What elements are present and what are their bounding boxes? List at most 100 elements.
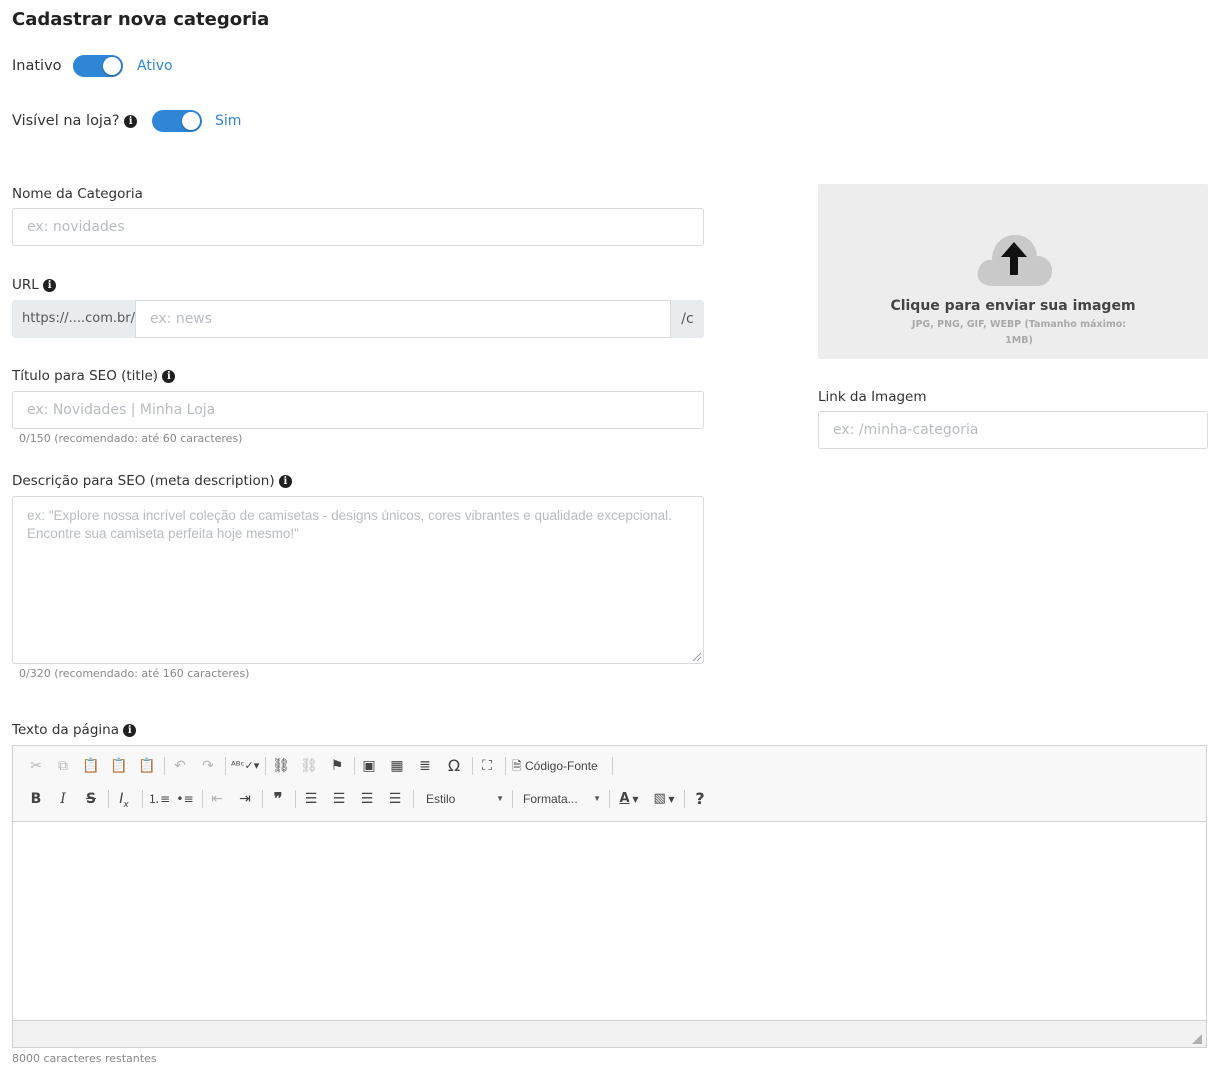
copy-icon[interactable]: ⧉ bbox=[54, 756, 72, 776]
url-input[interactable]: ex: news bbox=[135, 300, 671, 338]
upload-hint-1: JPG, PNG, GIF, WEBP (Tamanho máximo: bbox=[911, 319, 1127, 330]
help-icon[interactable]: ? bbox=[691, 789, 709, 809]
page-text-label-text: Texto da página bbox=[12, 722, 119, 738]
italic-icon[interactable]: I bbox=[54, 789, 72, 809]
seo-title-counter: 0/150 (recomendado: até 60 caracteres) bbox=[19, 432, 243, 445]
source-button[interactable]: 🗎 Código-Fonte bbox=[512, 756, 608, 776]
info-icon[interactable]: i bbox=[43, 278, 57, 292]
editor-content-area[interactable] bbox=[13, 821, 1206, 1021]
seo-title-input[interactable]: ex: Novidades | Minha Loja bbox=[12, 391, 704, 429]
url-suffix: /c bbox=[671, 300, 704, 338]
numbered-list-icon[interactable]: ⒈≡ bbox=[148, 789, 170, 809]
redo-icon[interactable]: ↷ bbox=[199, 756, 217, 776]
info-icon[interactable]: i bbox=[162, 369, 176, 383]
toggle-knob bbox=[182, 112, 200, 130]
visible-on-label: Sim bbox=[215, 113, 242, 129]
toolbar-separator bbox=[142, 790, 143, 808]
table-icon[interactable]: ▦ bbox=[388, 756, 406, 776]
anchor-flag-icon[interactable]: ⚑ bbox=[328, 756, 346, 776]
toolbar-separator bbox=[609, 790, 610, 808]
category-name-input[interactable]: ex: novidades bbox=[12, 208, 704, 246]
bold-icon[interactable]: B bbox=[27, 789, 45, 809]
seo-title-label: Título para SEO (title) i bbox=[12, 368, 176, 384]
indent-icon[interactable]: ⇥ bbox=[236, 789, 254, 809]
editor-toolbar: ✂ ⧉ 📋 📋 📋 ↶ ↷ ᴬᴮᶜ✓▾ ⛓ ⛓ ⚑ ▣ ▦ ≣ Ω ⛶ 🗎 Có… bbox=[13, 746, 1206, 822]
toolbar-separator bbox=[108, 790, 109, 808]
remaining-chars: 8000 caracteres restantes bbox=[12, 1052, 157, 1065]
editor-statusbar bbox=[13, 1020, 1206, 1047]
toolbar-separator bbox=[225, 757, 226, 775]
toolbar-separator bbox=[612, 757, 613, 775]
text-color-icon[interactable]: A ▼ bbox=[616, 789, 642, 809]
unlink-icon[interactable]: ⛓ bbox=[300, 756, 318, 776]
upload-title: Clique para enviar sua imagem bbox=[890, 298, 1136, 314]
paste-icon[interactable]: 📋 bbox=[82, 756, 100, 776]
status-off-label: Inativo bbox=[12, 58, 62, 74]
seo-desc-counter: 0/320 (recomendado: até 160 caracteres) bbox=[19, 667, 250, 680]
chevron-down-icon: ▼ bbox=[496, 794, 504, 803]
page-title: Cadastrar nova categoria bbox=[12, 9, 270, 30]
maximize-icon[interactable]: ⛶ bbox=[478, 756, 496, 776]
justify-icon[interactable]: ☰ bbox=[386, 789, 404, 809]
link-icon[interactable]: ⛓ bbox=[272, 756, 290, 776]
format-dropdown[interactable]: Formata... ▼ bbox=[523, 789, 601, 809]
info-icon[interactable]: i bbox=[278, 474, 292, 488]
seo-description-textarea[interactable]: ex: "Explore nossa incrível coleção de c… bbox=[12, 496, 704, 664]
bulleted-list-icon[interactable]: •≡ bbox=[176, 789, 194, 809]
url-label: URL i bbox=[12, 277, 57, 293]
outdent-icon[interactable]: ⇤ bbox=[208, 789, 226, 809]
toolbar-separator bbox=[164, 757, 165, 775]
style-dropdown-value: Estilo bbox=[426, 792, 456, 806]
blockquote-icon[interactable]: ❞ bbox=[269, 789, 287, 809]
align-center-icon[interactable]: ☰ bbox=[330, 789, 348, 809]
seo-desc-label: Descrição para SEO (meta description) i bbox=[12, 473, 292, 489]
horizontal-line-icon[interactable]: ≣ bbox=[416, 756, 434, 776]
toolbar-separator bbox=[512, 790, 513, 808]
visible-toggle[interactable] bbox=[152, 110, 202, 132]
toolbar-separator bbox=[413, 790, 414, 808]
status-toggle[interactable] bbox=[73, 55, 123, 77]
page-text-label: Texto da página i bbox=[12, 722, 137, 738]
url-prefix: https://....com.br/ bbox=[12, 300, 135, 338]
strikethrough-icon[interactable]: S bbox=[82, 789, 100, 809]
source-icon: 🗎 bbox=[512, 759, 522, 773]
format-dropdown-value: Formata... bbox=[523, 792, 578, 806]
info-icon[interactable]: i bbox=[123, 723, 137, 737]
chevron-down-icon: ▼ bbox=[593, 794, 601, 803]
visible-label: Visível na loja? i bbox=[12, 113, 138, 129]
seo-title-label-text: Título para SEO (title) bbox=[12, 368, 159, 384]
toolbar-separator bbox=[354, 757, 355, 775]
toolbar-separator bbox=[684, 790, 685, 808]
image-icon[interactable]: ▣ bbox=[360, 756, 378, 776]
toolbar-separator bbox=[262, 790, 263, 808]
resize-handle-icon[interactable] bbox=[692, 652, 702, 662]
background-color-icon[interactable]: ▧ ▼ bbox=[650, 789, 678, 809]
cut-icon[interactable]: ✂ bbox=[27, 756, 45, 776]
paste-text-icon[interactable]: 📋 bbox=[110, 756, 128, 776]
image-upload-dropzone[interactable]: Clique para enviar sua imagem JPG, PNG, … bbox=[818, 184, 1208, 359]
resize-handle-icon[interactable] bbox=[1192, 1034, 1202, 1044]
status-on-label: Ativo bbox=[137, 58, 173, 74]
toolbar-separator bbox=[505, 757, 506, 775]
upload-hint-2: 1MB) bbox=[1005, 335, 1033, 346]
cloud-upload-icon bbox=[977, 234, 1053, 286]
image-link-input[interactable]: ex: /minha-categoria bbox=[818, 411, 1208, 449]
toolbar-separator bbox=[265, 757, 266, 775]
align-right-icon[interactable]: ☰ bbox=[358, 789, 376, 809]
align-left-icon[interactable]: ☰ bbox=[302, 789, 320, 809]
style-dropdown[interactable]: Estilo ▼ bbox=[426, 789, 504, 809]
image-link-label: Link da Imagem bbox=[818, 389, 927, 405]
undo-icon[interactable]: ↶ bbox=[171, 756, 189, 776]
toolbar-separator bbox=[472, 757, 473, 775]
toolbar-separator bbox=[295, 790, 296, 808]
visible-label-text: Visível na loja? bbox=[12, 113, 120, 129]
seo-desc-label-text: Descrição para SEO (meta description) bbox=[12, 473, 275, 489]
spellcheck-icon[interactable]: ᴬᴮᶜ✓▾ bbox=[231, 756, 259, 776]
info-icon[interactable]: i bbox=[124, 114, 138, 128]
source-label: Código-Fonte bbox=[525, 759, 598, 773]
rich-text-editor: ✂ ⧉ 📋 📋 📋 ↶ ↷ ᴬᴮᶜ✓▾ ⛓ ⛓ ⚑ ▣ ▦ ≣ Ω ⛶ 🗎 Có… bbox=[12, 745, 1207, 1048]
special-char-icon[interactable]: Ω bbox=[445, 756, 463, 776]
toggle-knob bbox=[103, 57, 121, 75]
remove-format-icon[interactable]: Ix bbox=[114, 789, 134, 810]
paste-word-icon[interactable]: 📋 bbox=[138, 756, 156, 776]
